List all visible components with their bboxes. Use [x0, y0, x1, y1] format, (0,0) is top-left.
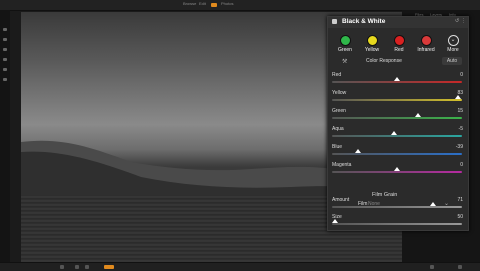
hand-tool-icon[interactable] [3, 68, 7, 71]
slider-thumb[interactable] [394, 167, 400, 171]
slider-thumb[interactable] [331, 219, 338, 223]
top-tab-active-indicator [211, 3, 217, 7]
slider-value[interactable]: -5 [459, 126, 463, 132]
slider-track[interactable] [332, 223, 462, 225]
clone-tool-icon[interactable] [3, 58, 7, 61]
top-tab-edit[interactable]: Edit [199, 1, 206, 6]
preset-label: Yellow [364, 47, 380, 53]
preset-green[interactable]: Green [331, 35, 359, 53]
preset-label: Infrared [417, 47, 435, 53]
slider-thumb[interactable] [394, 77, 400, 81]
eraser-tool-icon[interactable] [3, 48, 7, 51]
top-tab-browse[interactable]: Browse [183, 1, 196, 6]
slider-value[interactable]: 71 [457, 197, 463, 203]
slider-row-red: Red 0 [328, 72, 468, 89]
green-swatch-icon [339, 35, 351, 46]
slider-thumb[interactable] [391, 131, 398, 135]
slider-value[interactable]: 15 [457, 108, 463, 114]
crop-tool-icon[interactable] [3, 28, 7, 31]
magic-wand-icon[interactable]: ⚒ [342, 58, 347, 65]
slider-track[interactable] [332, 206, 462, 208]
bottom-button[interactable] [85, 265, 89, 269]
top-tab-photos[interactable]: Photos [221, 1, 233, 6]
color-response-label: Color Response [366, 58, 402, 64]
color-response-row: ⚒ Color Response Auto [328, 57, 468, 69]
slider-track[interactable] [332, 135, 462, 137]
panel-toggle-icon[interactable] [332, 19, 337, 24]
chevron-down-icon: ⌄ [447, 35, 459, 46]
bottom-button[interactable] [458, 265, 462, 269]
infrared-swatch-icon [420, 35, 432, 46]
panel-title: Black & White [342, 18, 386, 25]
slider-row-green: Green 15 [328, 108, 468, 125]
slider-row-size: Size 50 [328, 214, 468, 231]
slider-track[interactable] [332, 153, 462, 155]
brush-tool-icon[interactable] [3, 38, 7, 41]
slider-label: Yellow [332, 90, 347, 96]
auto-button[interactable]: Auto [442, 57, 462, 65]
slider-label: Green [332, 108, 346, 114]
slider-label: Aqua [332, 126, 344, 132]
bottom-button[interactable] [75, 265, 79, 269]
slider-row-blue: Blue -39 [328, 144, 468, 161]
slider-label: Blue [332, 144, 343, 150]
bottom-button[interactable] [430, 265, 434, 269]
slider-track[interactable] [332, 99, 462, 101]
slider-label: Amount [332, 197, 350, 203]
slider-track[interactable] [332, 117, 462, 119]
panel-menu-icon[interactable]: ⋮ [461, 19, 466, 24]
bottom-button[interactable] [60, 265, 64, 269]
preset-red[interactable]: Red [385, 35, 413, 53]
preset-infrared[interactable]: Infrared [412, 35, 440, 53]
slider-value[interactable]: 0 [460, 72, 463, 78]
preset-label: Green [338, 47, 352, 53]
bottom-active-button[interactable] [104, 265, 114, 269]
slider-row-yellow: Yellow 83 [328, 90, 468, 107]
slider-value[interactable]: 0 [460, 162, 463, 168]
slider-row-aqua: Aqua -5 [328, 126, 468, 143]
black-and-white-panel: Black & White ↺ ⋮ Green Yellow Red Infra… [327, 16, 469, 231]
zoom-tool-icon[interactable] [3, 78, 7, 81]
slider-thumb[interactable] [455, 95, 462, 99]
slider-track[interactable] [332, 81, 462, 83]
slider-label: Red [332, 72, 342, 78]
red-swatch-icon [393, 35, 405, 46]
slider-thumb[interactable] [355, 149, 361, 153]
slider-row-magenta: Magenta 0 [328, 162, 468, 179]
slider-thumb[interactable] [430, 202, 437, 206]
yellow-swatch-icon [366, 35, 378, 46]
slider-thumb[interactable] [414, 113, 421, 117]
panel-title-bar: Black & White ↺ ⋮ [328, 17, 468, 28]
left-toolbar [0, 10, 10, 262]
preset-more[interactable]: ⌄ More [439, 35, 467, 53]
reset-icon[interactable]: ↺ [455, 19, 460, 24]
slider-value[interactable]: -39 [456, 144, 463, 150]
slider-value[interactable]: 50 [457, 214, 463, 220]
preset-label: Red [394, 47, 404, 53]
slider-track[interactable] [332, 171, 462, 173]
preset-label: More [447, 47, 459, 53]
slider-label: Magenta [332, 162, 352, 168]
preset-yellow[interactable]: Yellow [358, 35, 386, 53]
slider-row-amount: Amount 71 [328, 197, 468, 214]
